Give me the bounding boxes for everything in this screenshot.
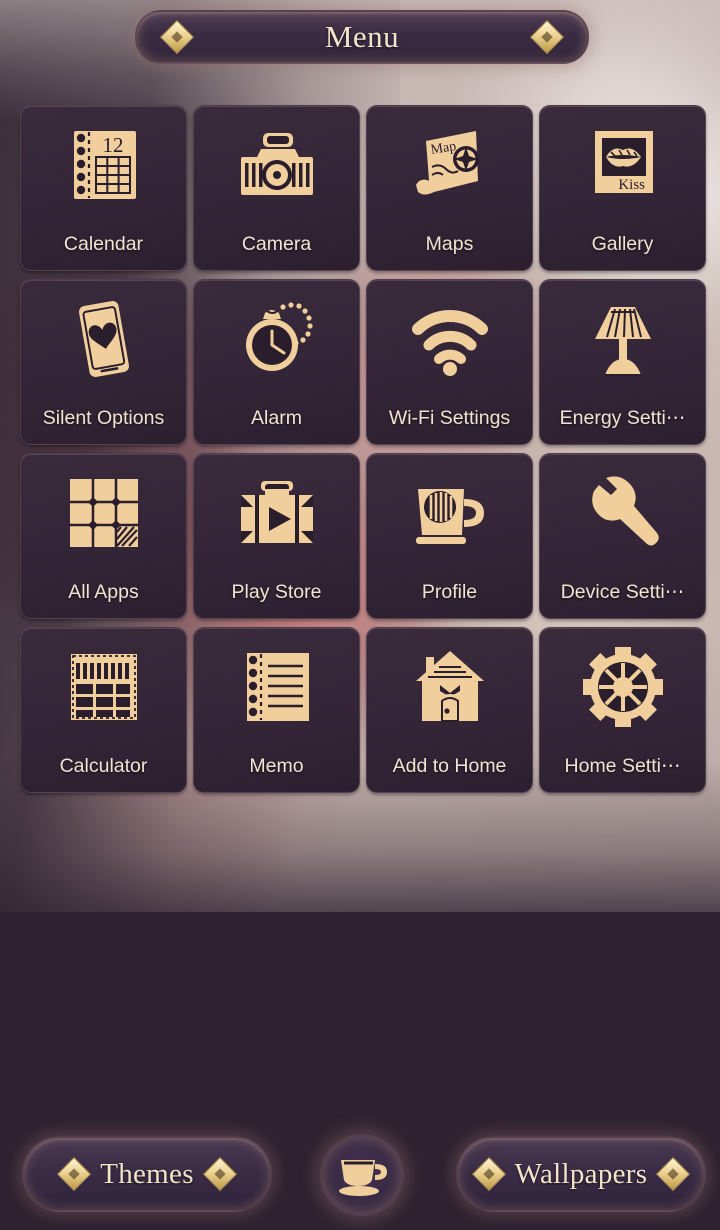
app-label: Profile xyxy=(421,581,478,603)
app-grid-icon xyxy=(21,454,186,572)
wallpapers-label: Wallpapers xyxy=(514,1157,648,1190)
teacup-button[interactable] xyxy=(320,1134,404,1216)
app-label: Wi-Fi Settings xyxy=(388,407,511,429)
wrench-icon xyxy=(540,454,705,572)
launcher-screen: Menu 12 Calendar Camera Map Maps Kiss Ga… xyxy=(0,0,720,1230)
app-label: Alarm xyxy=(251,407,302,429)
app-tile-all-apps[interactable]: All Apps xyxy=(20,453,187,619)
table-lamp-icon xyxy=(540,280,705,398)
app-tile-energy-settings[interactable]: Energy Setti⋯ xyxy=(539,279,706,445)
camera-icon xyxy=(194,106,359,224)
app-label: Calculator xyxy=(59,755,148,777)
wifi-icon xyxy=(367,280,532,398)
diamond-ornament-right-icon xyxy=(530,20,564,54)
svg-text:Kiss: Kiss xyxy=(618,177,645,193)
notepad-icon xyxy=(194,628,359,746)
wallpapers-button[interactable]: Wallpapers xyxy=(456,1136,706,1212)
app-tile-device-settings[interactable]: Device Setti⋯ xyxy=(539,453,706,619)
app-label: Play Store xyxy=(231,581,322,603)
app-tile-home-settings[interactable]: Home Setti⋯ xyxy=(539,627,706,793)
svg-text:12: 12 xyxy=(102,133,123,157)
app-label: Camera xyxy=(241,233,312,255)
pocket-watch-icon xyxy=(194,280,359,398)
app-tile-calculator[interactable]: Calculator xyxy=(20,627,187,793)
app-label: Home Setti⋯ xyxy=(564,755,681,777)
diamond-ornament-icon xyxy=(202,1157,237,1191)
suitcase-play-icon xyxy=(194,454,359,572)
calculator-icon xyxy=(21,628,186,746)
app-tile-alarm[interactable]: Alarm xyxy=(193,279,360,445)
calendar-icon: 12 xyxy=(21,106,186,224)
app-tile-profile[interactable]: Profile xyxy=(366,453,533,619)
diamond-ornament-icon xyxy=(656,1157,691,1191)
map-scroll-icon: Map xyxy=(367,106,532,224)
app-label: Add to Home xyxy=(392,755,507,777)
app-label: Energy Setti⋯ xyxy=(559,407,686,429)
app-tile-silent-options[interactable]: Silent Options xyxy=(20,279,187,445)
app-grid: 12 Calendar Camera Map Maps Kiss Gallery… xyxy=(20,105,706,793)
app-tile-maps[interactable]: Map Maps xyxy=(366,105,533,271)
app-label: Silent Options xyxy=(42,407,165,429)
app-tile-wifi-settings[interactable]: Wi-Fi Settings xyxy=(366,279,533,445)
diamond-ornament-icon xyxy=(471,1157,506,1191)
app-label: Maps xyxy=(425,233,474,255)
menu-header-bar: Menu xyxy=(135,10,589,64)
app-tile-memo[interactable]: Memo xyxy=(193,627,360,793)
app-tile-add-to-home[interactable]: Add to Home xyxy=(366,627,533,793)
app-tile-play-store[interactable]: Play Store xyxy=(193,453,360,619)
app-label: Memo xyxy=(249,755,304,777)
page-title: Menu xyxy=(324,19,400,54)
app-label: Device Setti⋯ xyxy=(560,581,685,603)
house-icon xyxy=(367,628,532,746)
app-tile-calendar[interactable]: 12 Calendar xyxy=(20,105,187,271)
coffee-mug-icon xyxy=(367,454,532,572)
teacup-icon xyxy=(335,1152,389,1198)
gallery-photo-icon: Kiss xyxy=(540,106,705,224)
app-tile-camera[interactable]: Camera xyxy=(193,105,360,271)
app-label: All Apps xyxy=(68,581,139,603)
app-tile-gallery[interactable]: Kiss Gallery xyxy=(539,105,706,271)
themes-label: Themes xyxy=(100,1157,194,1190)
diamond-ornament-icon xyxy=(57,1157,92,1191)
bottom-dock: Themes Wallpapers xyxy=(0,1134,720,1216)
phone-heart-icon xyxy=(21,280,186,398)
diamond-ornament-left-icon xyxy=(160,20,194,54)
gear-icon xyxy=(540,628,705,746)
app-label: Calendar xyxy=(63,233,144,255)
themes-button[interactable]: Themes xyxy=(22,1136,272,1212)
app-label: Gallery xyxy=(591,233,654,255)
